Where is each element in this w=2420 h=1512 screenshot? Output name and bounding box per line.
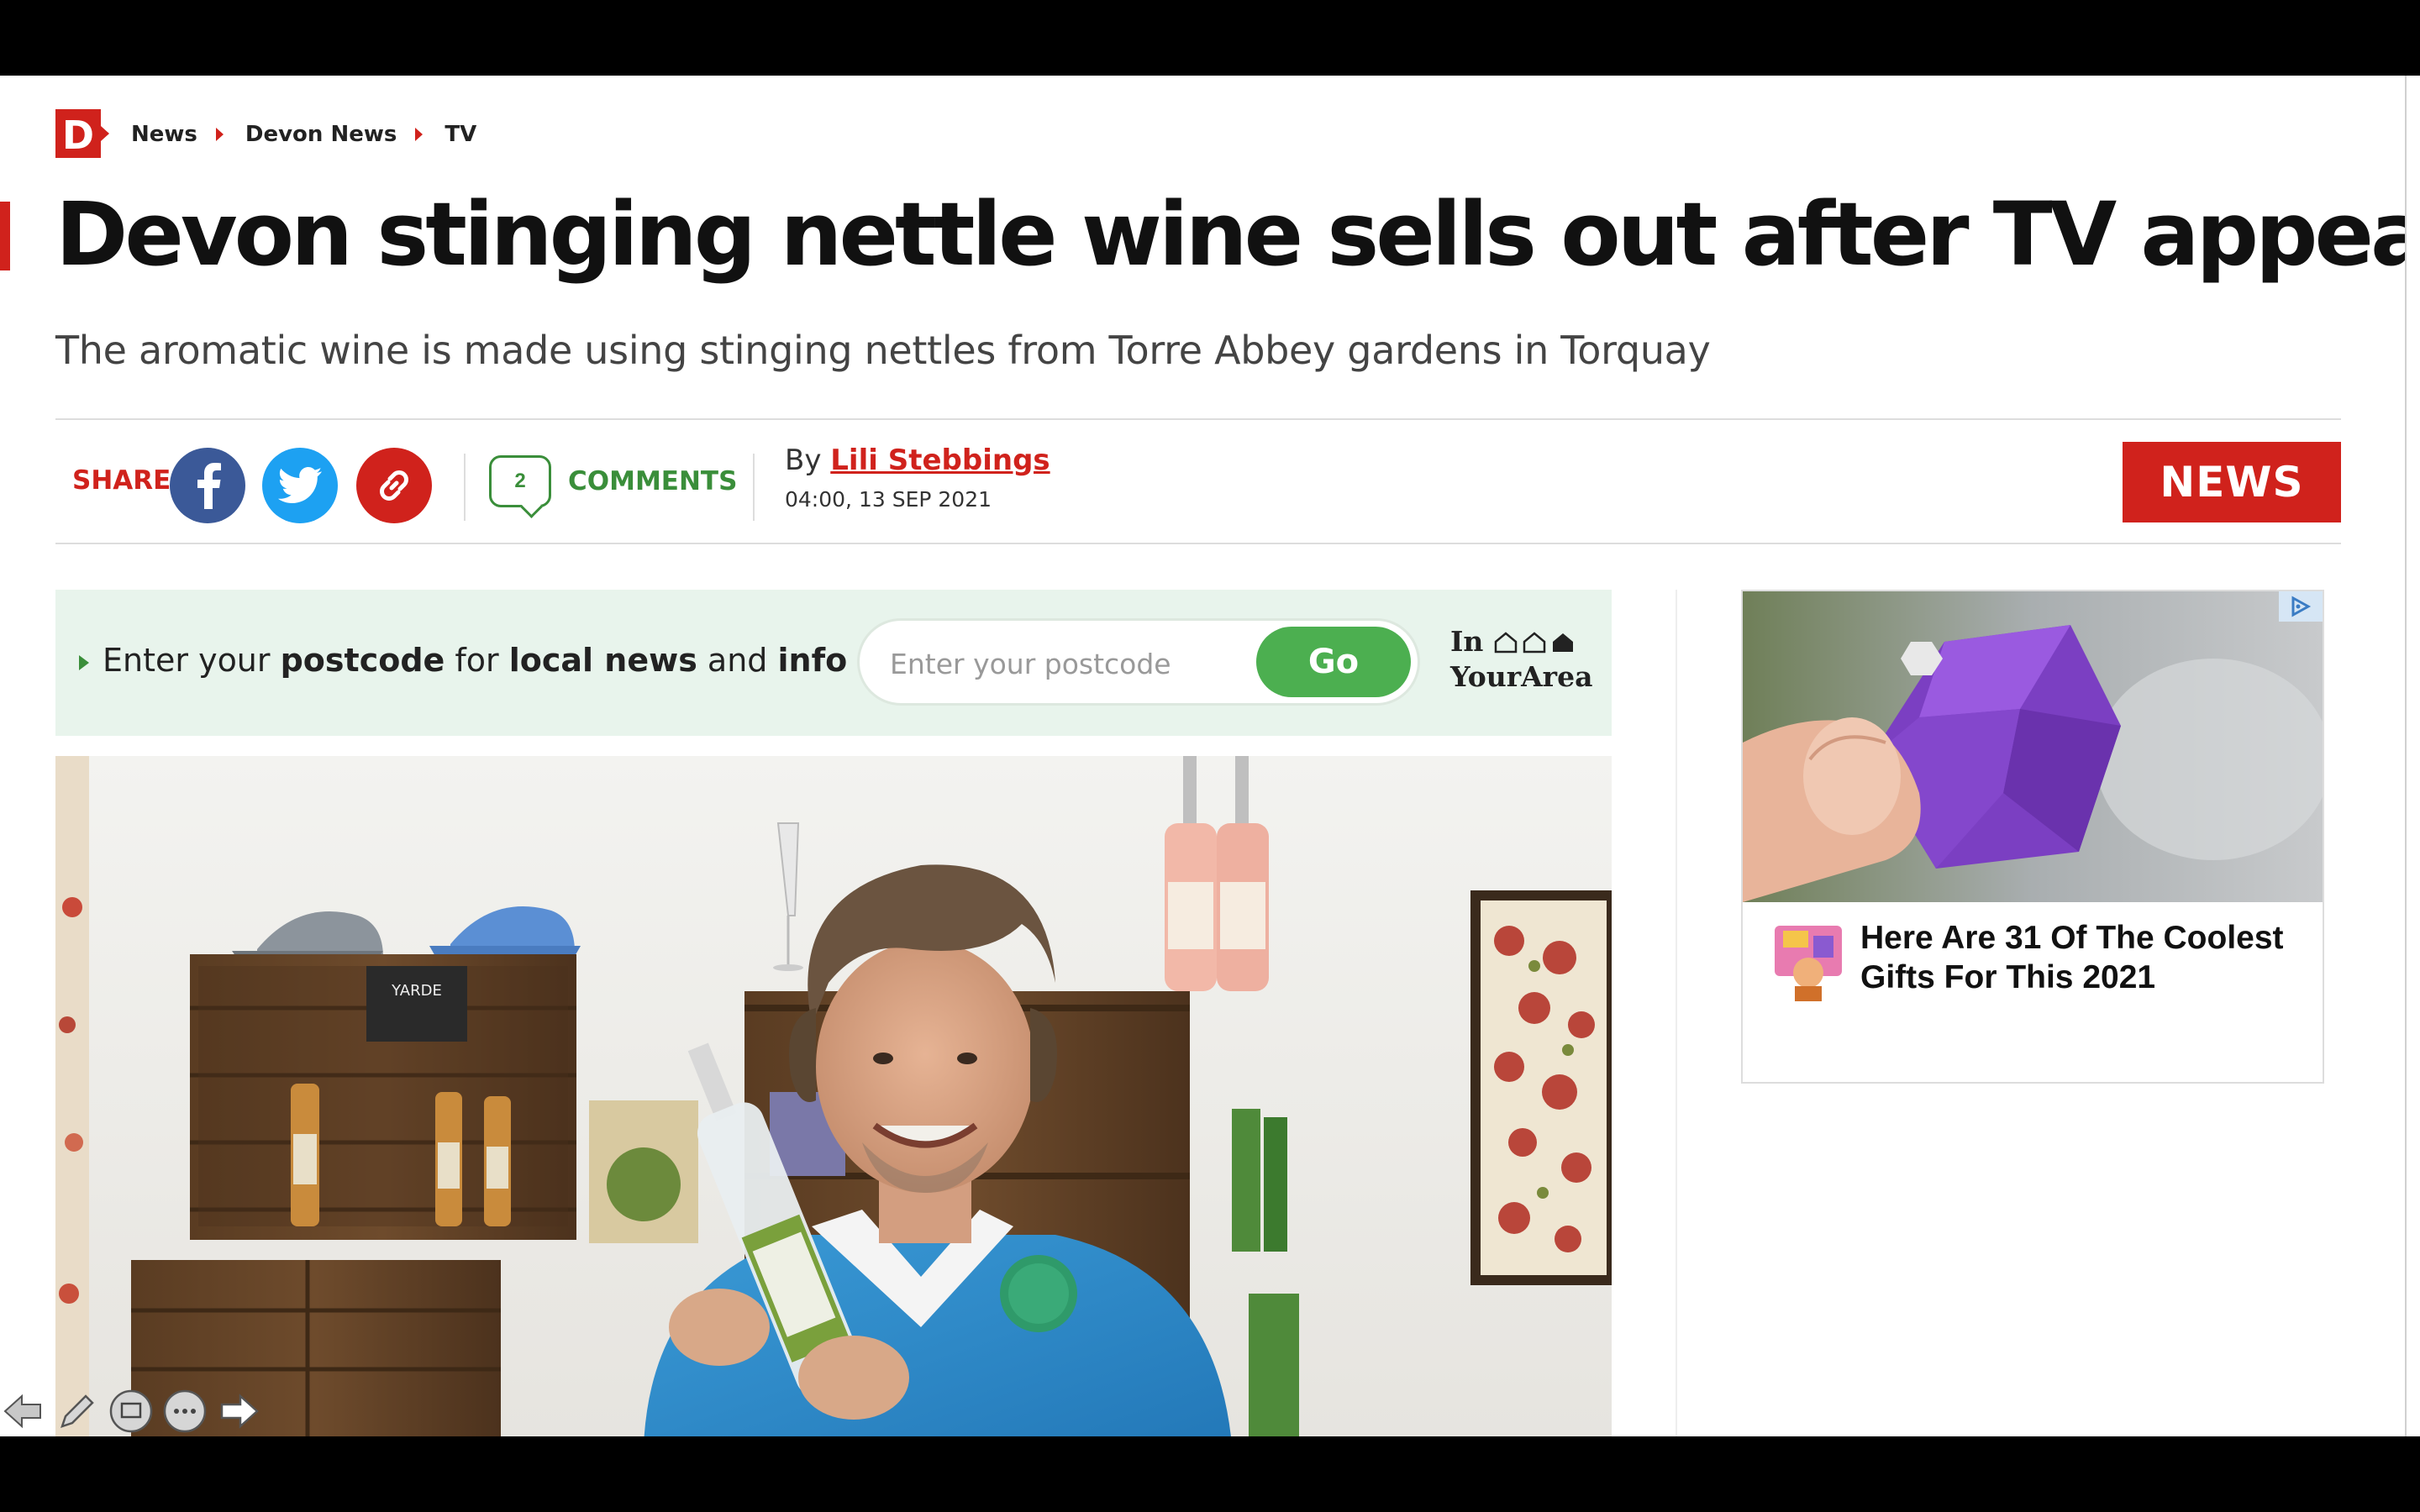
copy-link-button[interactable] [356,448,432,523]
share-label: SHARE [72,465,171,496]
play-arrow-icon [79,655,89,670]
forward-arrow-icon[interactable] [215,1388,262,1435]
screen-icon[interactable] [108,1388,155,1435]
pen-icon[interactable] [54,1388,101,1435]
divider [753,454,755,521]
scrollbar[interactable] [2405,76,2420,1436]
sponsored-ad[interactable]: Here Are 31 Of The Coolest Gifts For Thi… [1741,590,2324,1084]
ad-advertiser-icon [1775,926,1842,1001]
postcode-prompt: Enter your postcode for local news and i… [103,642,848,679]
houses-icon [1494,632,1573,654]
byline: By Lili Stebbings [785,444,1050,477]
ad-image[interactable] [1743,591,2323,902]
more-icon[interactable] [161,1388,208,1435]
postcode-input[interactable] [888,636,1253,691]
article-page: D News Devon News TV Devon stinging nett… [0,76,2420,1436]
publish-date: 04:00, 13 SEP 2021 [785,487,992,512]
comment-bubble-icon: 2 [489,455,551,507]
viewer-toolbar [0,1388,262,1435]
twitter-icon [278,467,322,503]
headline-accent-bar [0,202,10,270]
breadcrumb-tv[interactable]: TV [445,122,476,147]
svg-text:YARDE: YARDE [391,982,442,1000]
sidebar-divider [1676,590,1677,1436]
postcode-widget: Enter your postcode for local news and i… [55,590,1612,736]
divider [55,418,2341,420]
article-standfirst: The aromatic wine is made using stinging… [55,328,1711,373]
facebook-icon [197,463,221,509]
divider [55,543,2341,544]
page-title: Devon stinging nettle wine sells out aft… [55,183,2420,286]
svg-text:D: D [62,113,94,158]
breadcrumb-separator-icon [215,128,224,141]
breadcrumb: News Devon News TV [131,118,476,151]
divider [464,454,466,521]
comments-link[interactable]: 2 COMMENTS [489,455,737,507]
purple-tracker-photo [1743,591,2323,902]
winemaker-photo: YARDE [55,756,1612,1436]
postcode-go-button[interactable]: Go [1256,627,1411,697]
facebook-share-button[interactable] [170,448,245,523]
twitter-share-button[interactable] [262,448,338,523]
breadcrumb-news[interactable]: News [131,122,197,147]
link-icon [380,470,408,501]
section-badge[interactable]: NEWS [2123,442,2341,522]
byline-prefix: By [785,444,822,477]
author-link[interactable]: Lili Stebbings [830,444,1050,477]
devon-live-logo[interactable]: D [55,109,109,158]
inyourarea-logo[interactable]: In YourArea [1450,625,1602,702]
ad-headline-link[interactable]: Here Are 31 Of The Coolest Gifts For Thi… [1860,919,2306,998]
breadcrumb-separator-icon [415,128,424,141]
breadcrumb-devon-news[interactable]: Devon News [245,122,397,147]
comments-label: COMMENTS [568,466,738,496]
article-hero-image[interactable]: YARDE [55,756,1612,1436]
postcode-form: Go [857,618,1420,706]
back-arrow-icon[interactable] [0,1388,47,1435]
comments-count: 2 [514,470,526,492]
adchoices-icon[interactable] [2279,591,2323,622]
